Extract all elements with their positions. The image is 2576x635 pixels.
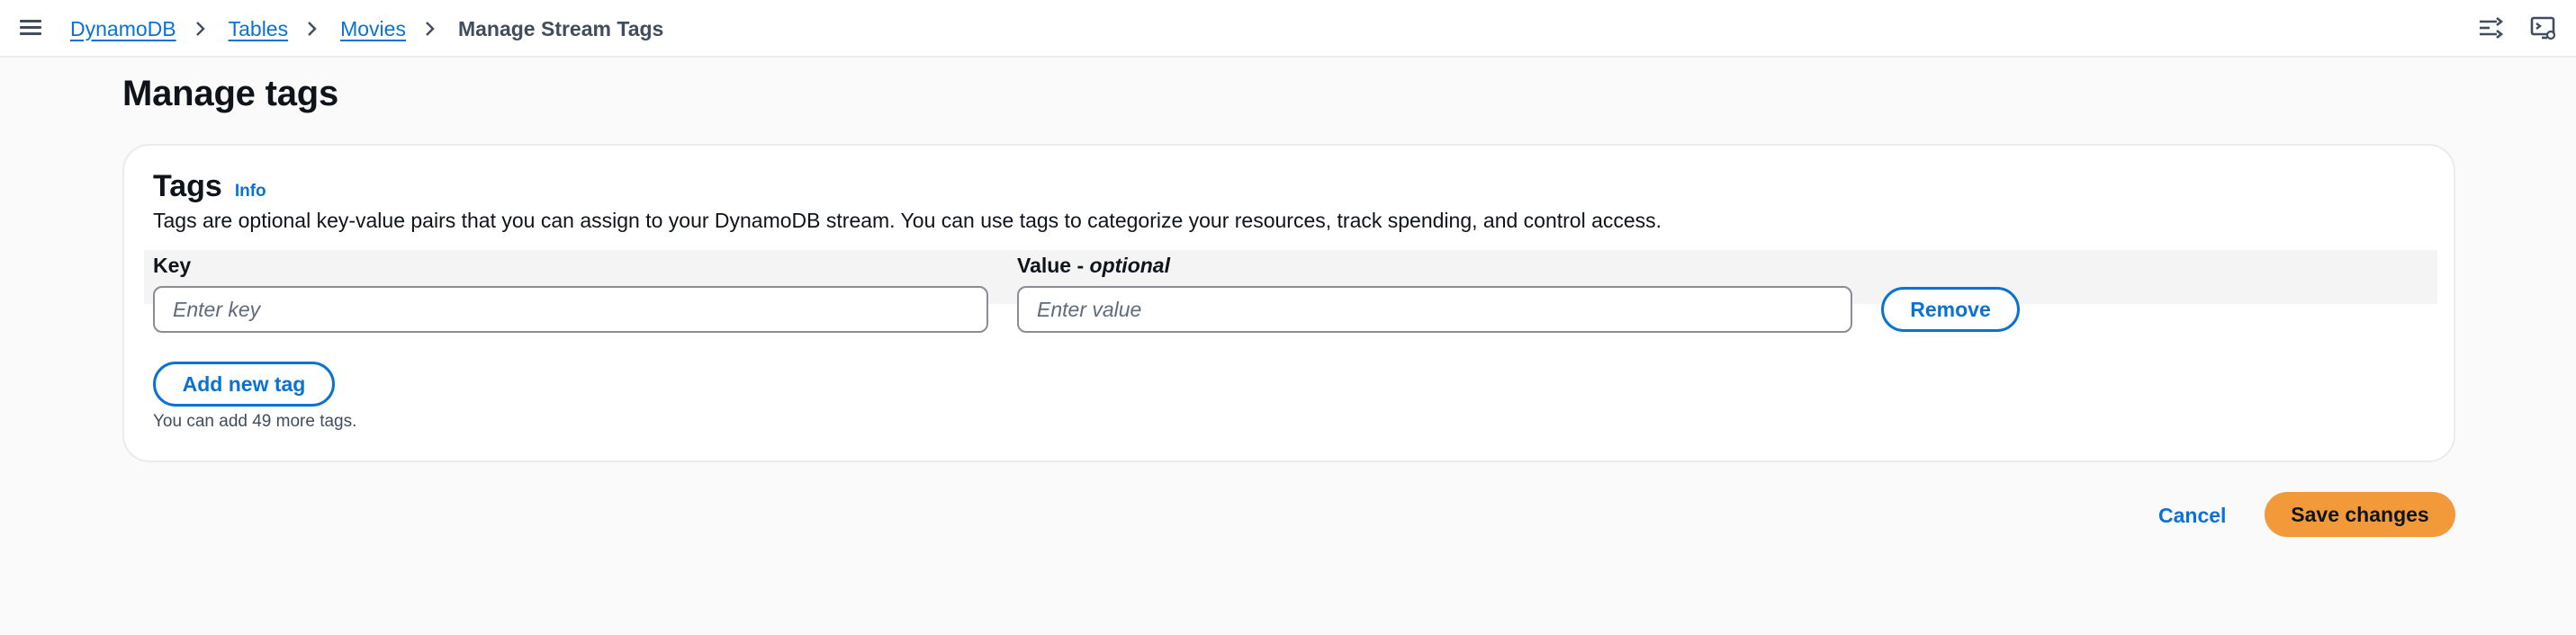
- breadcrumb-link-movies[interactable]: Movies: [340, 17, 406, 41]
- tags-container: Tags Info Tags are optional key-value pa…: [122, 144, 2455, 462]
- save-changes-button[interactable]: Save changes: [2265, 492, 2455, 537]
- hamburger-menu-icon[interactable]: [20, 16, 43, 40]
- split-view-icon[interactable]: [2477, 13, 2506, 42]
- value-input[interactable]: [1017, 286, 1852, 333]
- value-optional-text: optional: [1089, 254, 1170, 277]
- key-input[interactable]: [153, 286, 988, 333]
- chevron-right-icon: [304, 21, 320, 37]
- breadcrumb-current-page: Manage Stream Tags: [457, 16, 664, 40]
- preferences-screen-icon[interactable]: [2529, 13, 2558, 42]
- breadcrumb-link-dynamodb[interactable]: DynamoDB: [70, 17, 176, 41]
- cancel-button[interactable]: Cancel: [2158, 504, 2226, 528]
- tags-description: Tags are optional key-value pairs that y…: [153, 209, 1662, 232]
- top-navigation-bar: DynamoDB Tables Movies Manage Stream Tag…: [0, 0, 2576, 58]
- chevron-right-icon: [193, 21, 209, 37]
- tags-header: Tags Info: [153, 169, 266, 204]
- tag-limit-text: You can add 49 more tags.: [153, 412, 357, 431]
- key-label-text: Key: [153, 254, 192, 277]
- tags-title: Tags: [153, 169, 222, 203]
- page-title: Manage tags: [122, 74, 339, 113]
- chevron-right-icon: [422, 21, 438, 37]
- remove-tag-button[interactable]: Remove: [1881, 287, 2020, 332]
- breadcrumb: DynamoDB Tables Movies Manage Stream Tag…: [70, 14, 663, 43]
- key-label: Key: [153, 254, 191, 278]
- info-link[interactable]: Info: [235, 182, 266, 201]
- value-label-text: Value -: [1017, 254, 1090, 277]
- value-label: Value - optional: [1017, 254, 1170, 278]
- add-new-tag-button[interactable]: Add new tag: [153, 362, 335, 407]
- breadcrumb-link-tables[interactable]: Tables: [229, 17, 288, 41]
